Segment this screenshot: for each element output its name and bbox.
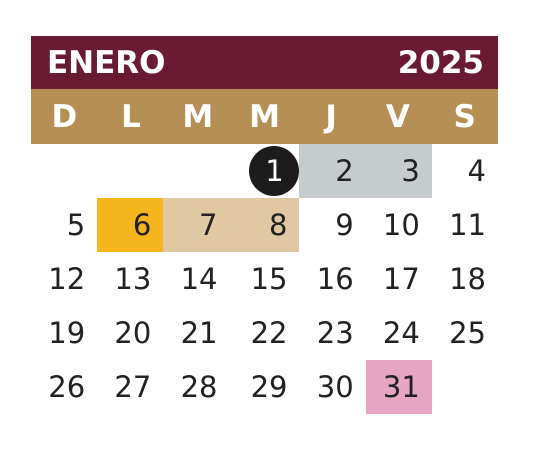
weekday-wednesday: M [249,98,280,135]
day-14: 14 [180,262,218,296]
calendar-header: ENERO 2025 [31,36,498,89]
day-6: 6 [97,198,164,252]
day-31: 31 [365,360,432,414]
day-22: 22 [250,316,288,350]
day-7: 7 [163,198,230,252]
year-label: 2025 [397,44,484,81]
empty-day [432,360,498,414]
day-29: 29 [250,370,288,404]
calendar: ENERO 2025 D L M M J V S 1 2 3 4 5 6 7 8… [31,36,498,414]
day-27: 27 [114,370,152,404]
day-23: 23 [316,316,354,350]
day-5: 5 [66,208,86,242]
day-9: 9 [335,208,354,242]
day-15: 15 [250,262,288,296]
empty-day [97,144,163,198]
day-12: 12 [48,262,86,296]
day-18: 18 [449,262,486,296]
day-24: 24 [382,316,420,350]
weekday-monday: L [121,98,141,135]
day-20: 20 [114,316,152,350]
day-13: 13 [114,262,152,296]
day-3: 3 [365,144,432,198]
day-8: 8 [229,198,300,252]
weekday-tuesday: M [182,98,214,135]
day-2: 2 [299,144,366,198]
weekday-saturday: S [453,98,476,135]
day-26: 26 [48,370,86,404]
day-30: 30 [316,370,354,404]
weekday-row: D L M M J V S [31,89,498,144]
day-25: 25 [449,316,486,350]
day-1-circle: 1 [249,146,300,196]
day-21: 21 [180,316,218,350]
weekday-friday: V [385,98,410,135]
weekday-thursday: J [325,98,337,135]
day-17: 17 [382,262,420,296]
day-19: 19 [48,316,86,350]
day-1: 1 [229,144,300,198]
empty-day [163,144,229,198]
day-11: 11 [449,208,486,242]
day-16: 16 [316,262,354,296]
weekday-sunday: D [51,98,78,135]
empty-day [31,144,97,198]
day-10: 10 [382,208,420,242]
month-label: ENERO [47,44,166,81]
day-28: 28 [180,370,218,404]
day-4: 4 [467,154,486,188]
days-grid: 1 2 3 4 5 6 7 8 9 10 11 12 13 14 15 16 1… [31,144,498,414]
